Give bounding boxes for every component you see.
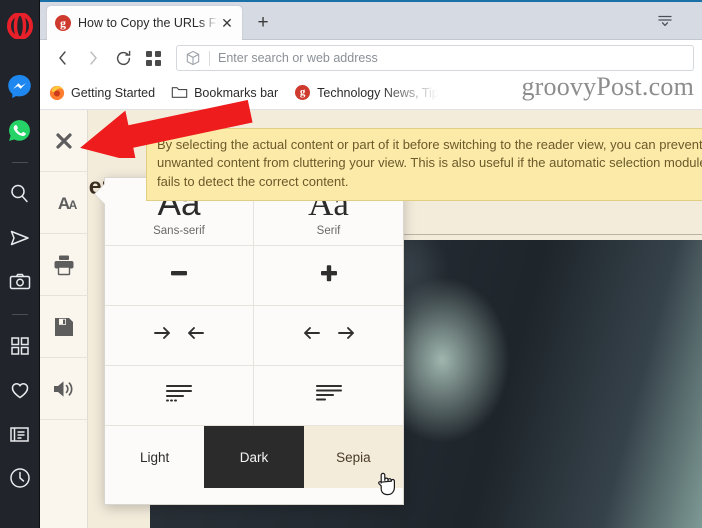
font-settings-button[interactable]: AA xyxy=(40,172,88,234)
tab-title: How to Copy the URLs Fro xyxy=(78,16,218,30)
firefox-icon xyxy=(48,84,65,101)
reload-button[interactable] xyxy=(108,44,138,72)
theme-sepia-button[interactable]: Sepia xyxy=(303,426,403,488)
news-icon[interactable] xyxy=(4,418,36,450)
messenger-icon[interactable] xyxy=(4,70,36,102)
address-bar[interactable]: Enter search or web address xyxy=(176,45,694,71)
wide-column-button[interactable] xyxy=(254,306,403,366)
line-spacing-tight-button[interactable] xyxy=(254,366,403,426)
whatsapp-icon[interactable] xyxy=(4,114,36,146)
theme-light-label: Light xyxy=(140,449,170,465)
increase-font-size-button[interactable] xyxy=(254,246,403,306)
groovypost-icon: g xyxy=(294,84,311,101)
arrows-inward-icon xyxy=(147,321,211,350)
back-button[interactable] xyxy=(48,44,78,72)
rail-divider xyxy=(11,162,28,163)
arrows-outward-icon xyxy=(297,321,361,350)
bookmark-label: Bookmarks bar xyxy=(194,85,279,100)
bookmark-item-bookmarks-bar[interactable]: Bookmarks bar xyxy=(171,84,278,101)
opera-logo-icon[interactable] xyxy=(4,10,36,42)
theme-selector: Light Dark Sepia xyxy=(105,426,403,488)
popup-notch-icon xyxy=(95,183,106,205)
tab-menu-chevron-icon[interactable] xyxy=(654,12,676,30)
print-button[interactable] xyxy=(40,234,88,296)
extensions-grid-icon[interactable] xyxy=(4,330,36,362)
speed-dial-button[interactable] xyxy=(138,44,168,72)
svg-text:A: A xyxy=(69,198,78,212)
new-tab-button[interactable]: + xyxy=(250,11,276,35)
opera-sidebar xyxy=(0,0,40,528)
font-sans-label: Sans-serif xyxy=(153,225,205,237)
snapshot-camera-icon[interactable] xyxy=(4,266,36,298)
read-aloud-button[interactable] xyxy=(40,358,88,420)
watermark-text: groovyPost.com xyxy=(521,72,694,101)
decrease-font-size-button[interactable] xyxy=(105,246,254,306)
bookmark-label: Technology News, Tip xyxy=(317,85,439,100)
send-icon[interactable] xyxy=(4,222,36,254)
theme-sepia-label: Sepia xyxy=(336,449,371,465)
navigation-toolbar: Enter search or web address xyxy=(40,40,702,76)
reader-toolbar: AA xyxy=(40,110,88,528)
tab-close-icon[interactable]: ✕ xyxy=(218,15,236,32)
folder-icon xyxy=(171,84,188,101)
heart-icon[interactable] xyxy=(4,374,36,406)
reader-settings-grid: Aa Sans-serif Aa Serif xyxy=(105,178,403,426)
search-icon[interactable] xyxy=(4,178,36,210)
plus-icon xyxy=(315,260,343,291)
tab-favicon-icon: g xyxy=(55,15,71,31)
tab-strip: g How to Copy the URLs Fro ✕ + xyxy=(40,0,702,40)
bookmark-label: Getting Started xyxy=(71,85,156,100)
save-button[interactable] xyxy=(40,296,88,358)
browser-window: g How to Copy the URLs Fro ✕ + Enter sea… xyxy=(0,0,702,528)
browser-chrome: g How to Copy the URLs Fro ✕ + Enter sea… xyxy=(40,0,702,110)
minus-icon xyxy=(165,260,193,291)
forward-button[interactable] xyxy=(78,44,108,72)
line-spacing-tight-icon xyxy=(312,380,346,411)
line-spacing-loose-button[interactable] xyxy=(105,366,254,426)
font-serif-label: Serif xyxy=(316,225,341,237)
reader-settings-popup: Aa Sans-serif Aa Serif Light Dark Sepia xyxy=(95,177,404,505)
theme-dark-button[interactable]: Dark xyxy=(204,426,304,488)
history-clock-icon[interactable] xyxy=(4,462,36,494)
theme-light-button[interactable]: Light xyxy=(105,426,205,488)
address-input[interactable]: Enter search or web address xyxy=(218,51,378,65)
rail-divider-2 xyxy=(11,314,28,315)
browser-tab[interactable]: g How to Copy the URLs Fro ✕ xyxy=(47,6,242,40)
bookmark-item-technology-news[interactable]: g Technology News, Tip xyxy=(294,84,439,101)
narrow-column-button[interactable] xyxy=(105,306,254,366)
line-spacing-loose-icon xyxy=(162,380,196,411)
bookmark-item-getting-started[interactable]: Getting Started xyxy=(48,84,155,101)
annotation-arrow-icon xyxy=(74,99,254,163)
theme-dark-label: Dark xyxy=(239,449,269,465)
address-bar-divider xyxy=(209,50,210,66)
package-box-icon xyxy=(185,50,201,66)
